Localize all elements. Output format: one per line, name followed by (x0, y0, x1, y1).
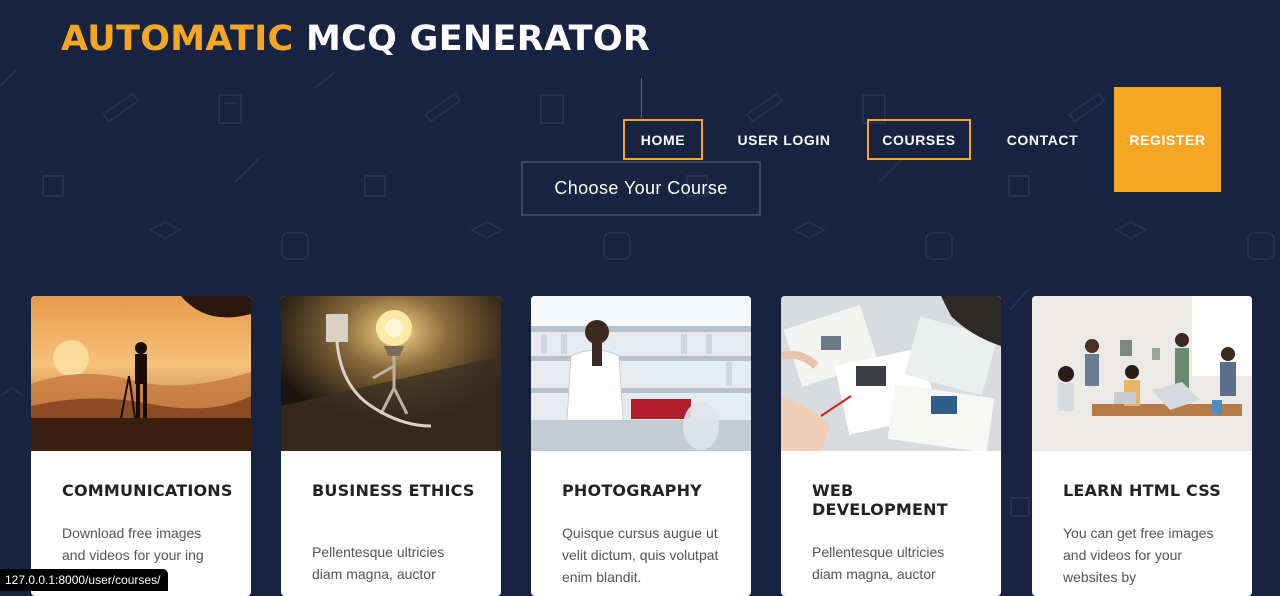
logo-main-text: MCQ GENERATOR (293, 19, 651, 59)
course-image (31, 296, 251, 451)
nav-divider (641, 78, 642, 118)
ruler-icon (101, 92, 140, 123)
backpack-icon (925, 232, 953, 260)
course-image (281, 296, 501, 451)
course-title[interactable]: COMMUNICATIONS (62, 481, 237, 500)
book-icon (1008, 175, 1030, 197)
nav-home-link[interactable]: HOME (623, 119, 703, 160)
pencil-icon (878, 158, 903, 183)
nav-user-login-link[interactable]: USER LOGIN (724, 119, 844, 160)
course-image (781, 296, 1001, 451)
pencil-icon (0, 69, 17, 87)
register-button[interactable]: REGISTER (1114, 87, 1221, 192)
course-title[interactable]: LEARN HTML CSS (1063, 481, 1238, 500)
site-logo[interactable]: AUTOMATIC MCQ GENERATOR (61, 17, 650, 61)
course-image (531, 296, 751, 451)
calculator-icon (540, 94, 564, 124)
choose-course-heading: Choose Your Course (521, 161, 761, 216)
course-description: Pellentesque ultricies diam magna, aucto… (312, 544, 445, 582)
backpack-icon (1247, 232, 1275, 260)
graduation-cap-icon (147, 220, 183, 240)
backpack-icon (603, 232, 631, 260)
logo-accent-text: AUTOMATIC (61, 19, 294, 59)
course-image (1032, 296, 1252, 451)
pencil-icon (314, 71, 336, 89)
course-description: Pellentesque ultricies diam magna, aucto… (812, 544, 945, 582)
course-card[interactable]: BUSINESS ETHICS Pellentesque ultricies d… (281, 296, 501, 596)
pencil-icon (1009, 289, 1029, 311)
graduation-cap-icon (791, 220, 827, 240)
course-card[interactable]: LEARN HTML CSS You can get free images a… (1032, 296, 1252, 596)
calculator-icon (218, 94, 242, 124)
book-icon (364, 175, 386, 197)
status-bar-url: 127.0.0.1:8000/user/courses/ (0, 569, 169, 591)
course-description: You can get free images and videos for y… (1063, 525, 1214, 585)
course-card[interactable]: PHOTOGRAPHY Quisque cursus augue ut veli… (531, 296, 751, 596)
course-title[interactable]: BUSINESS ETHICS (312, 481, 487, 500)
graduation-cap-icon (1113, 220, 1149, 240)
book-icon (1010, 497, 1030, 517)
graduation-cap-icon (469, 220, 505, 240)
pencil-icon (234, 158, 259, 183)
course-title[interactable]: PHOTOGRAPHY (562, 481, 737, 500)
backpack-icon (281, 232, 309, 260)
book-icon (42, 175, 64, 197)
course-card[interactable]: WEB DEVELOPMENT Pellentesque ultricies d… (781, 296, 1001, 596)
course-card[interactable]: COMMUNICATIONS Download free images and … (31, 296, 251, 596)
course-title[interactable]: WEB DEVELOPMENT (812, 481, 987, 519)
course-description: Download free images and videos for your… (62, 525, 204, 563)
ruler-icon (423, 92, 462, 123)
course-description: Quisque cursus augue ut velit dictum, qu… (562, 525, 719, 585)
nav-contact-link[interactable]: CONTACT (990, 119, 1095, 160)
ruler-icon (1067, 92, 1106, 123)
ruler-icon (745, 92, 784, 123)
nav-courses-link[interactable]: COURSES (867, 119, 971, 160)
graduation-cap-icon (1, 386, 23, 396)
